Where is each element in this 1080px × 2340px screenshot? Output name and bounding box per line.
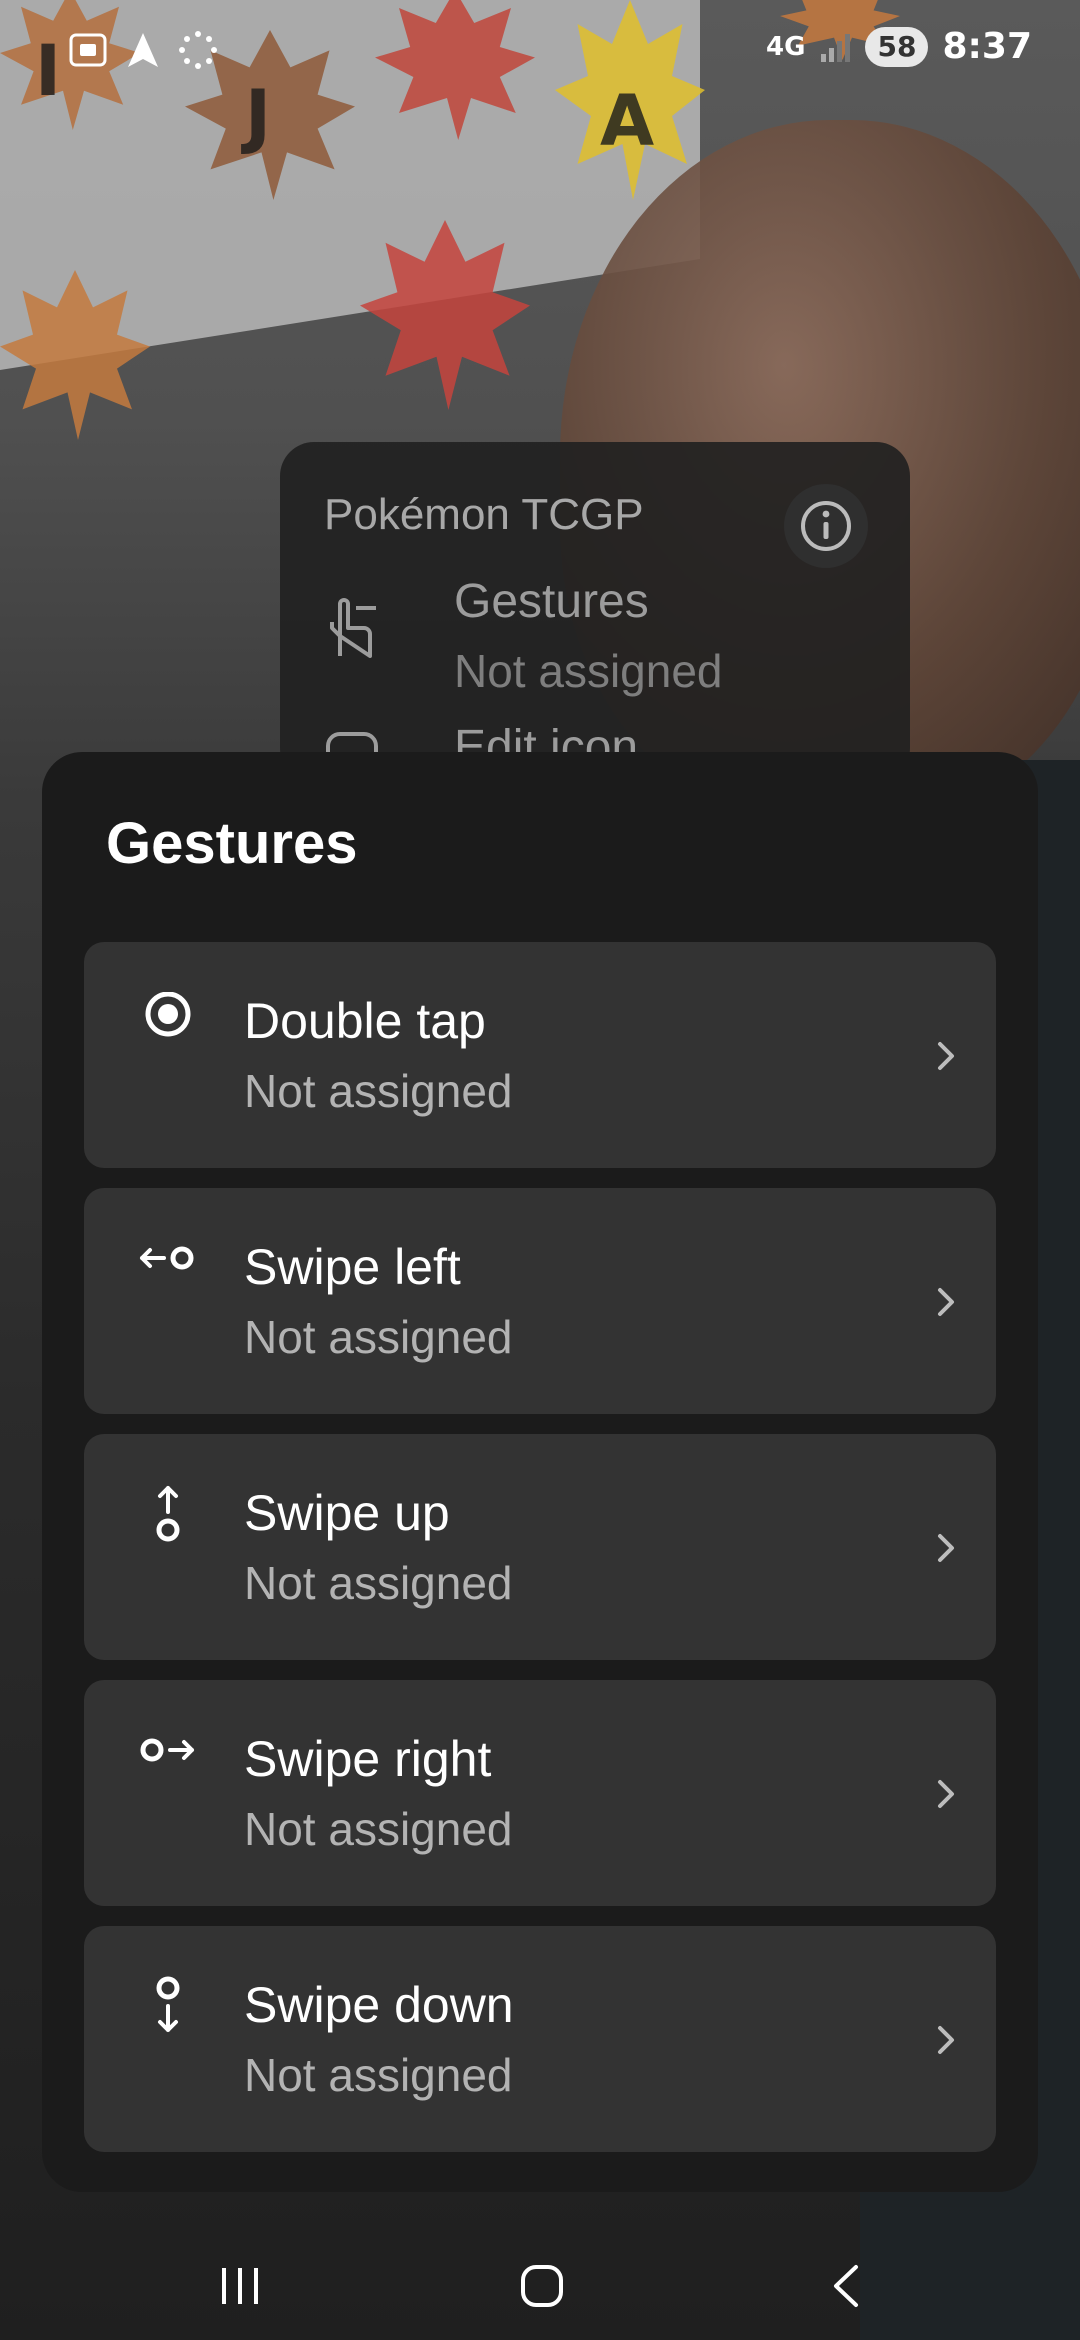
sheet-title: Gestures (106, 811, 358, 876)
app-name: Pokémon TCGP (324, 490, 644, 539)
chevron-right-icon (934, 1038, 958, 1079)
gesture-option-swipe-right[interactable]: Swipe right Not assigned (84, 1680, 996, 1906)
swipe-down-icon (138, 1976, 198, 2036)
chevron-right-icon (934, 1284, 958, 1325)
chevron-right-icon (934, 1776, 958, 1817)
battery-indicator: 58 (865, 26, 929, 67)
gesture-value: Not assigned (244, 2049, 513, 2101)
network-type: 4G (766, 31, 806, 62)
popup-item-gestures[interactable]: Gestures Not assigned (324, 574, 884, 697)
gesture-value: Not assigned (244, 1065, 513, 1117)
swipe-up-icon (138, 1484, 198, 1544)
gestures-sheet: Gestures Double tap Not assigned Swipe l… (42, 752, 1038, 2192)
gesture-option-swipe-down[interactable]: Swipe down Not assigned (84, 1926, 996, 2152)
navigation-arrow-icon (126, 31, 160, 69)
double-tap-icon (138, 992, 198, 1052)
gesture-label: Swipe up (244, 1485, 450, 1541)
gesture-value: Not assigned (244, 1557, 513, 1609)
recent-apps-button[interactable] (200, 2246, 280, 2326)
clock: 8:37 (942, 26, 1032, 67)
gesture-label: Double tap (244, 993, 486, 1049)
gesture-label: Swipe down (244, 1977, 514, 2033)
home-icon (521, 2265, 563, 2307)
swipe-left-icon (138, 1238, 198, 1298)
swipe-right-icon (138, 1730, 198, 1790)
gesture-label: Swipe left (244, 1239, 461, 1295)
chevron-right-icon (934, 1530, 958, 1571)
status-bar: 4G 58 8:37 (0, 0, 1080, 100)
back-button[interactable] (806, 2246, 886, 2326)
info-icon (801, 501, 851, 551)
gesture-value: Not assigned (244, 1311, 513, 1363)
app-shortcut-popup: Pokémon TCGP Gestures Not assigned Edit … (280, 442, 910, 782)
popup-item-label: Gestures (454, 575, 649, 628)
screenshot-icon (68, 32, 108, 68)
gesture-option-swipe-left[interactable]: Swipe left Not assigned (84, 1188, 996, 1414)
navigation-bar (0, 2200, 1080, 2340)
home-button[interactable] (502, 2246, 582, 2326)
chevron-right-icon (934, 2022, 958, 2063)
gesture-option-double-tap[interactable]: Double tap Not assigned (84, 942, 996, 1168)
gesture-value: Not assigned (244, 1803, 513, 1855)
recents-icon (222, 2268, 258, 2304)
loading-dots-icon (178, 30, 218, 70)
gesture-option-swipe-up[interactable]: Swipe up Not assigned (84, 1434, 996, 1660)
app-info-button[interactable] (784, 484, 868, 568)
popup-item-value: Not assigned (454, 645, 723, 697)
back-icon (834, 2265, 858, 2307)
signal-icon (819, 32, 851, 62)
gesture-label: Swipe right (244, 1731, 492, 1787)
hand-gesture-icon (324, 598, 384, 665)
